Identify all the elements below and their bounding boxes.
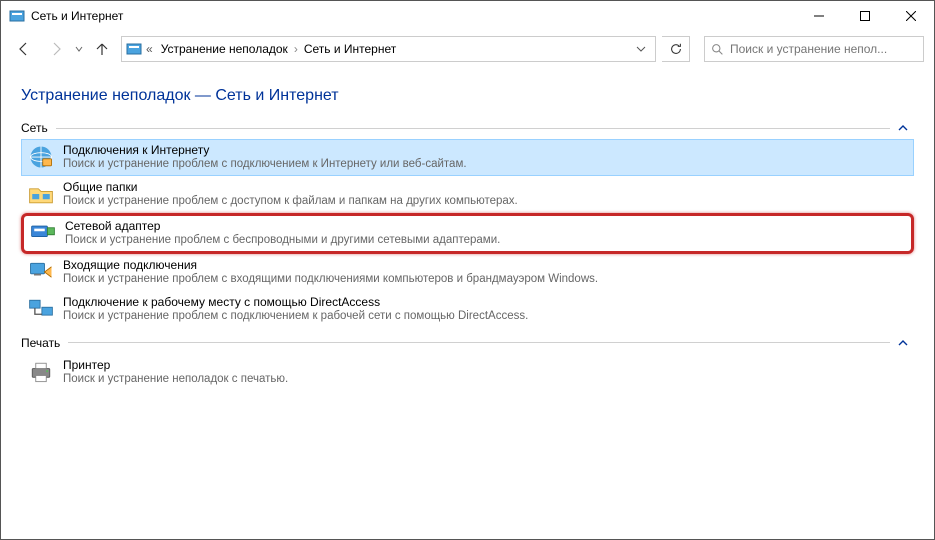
- directaccess-icon: [27, 295, 55, 323]
- item-desc: Поиск и устранение проблем с доступом к …: [63, 194, 518, 209]
- item-desc: Поиск и устранение проблем с подключение…: [63, 157, 467, 172]
- maximize-button[interactable]: [842, 1, 888, 31]
- divider: [56, 128, 890, 129]
- item-title: Подключения к Интернету: [63, 143, 467, 157]
- address-bar[interactable]: « Устранение неполадок › Сеть и Интернет: [121, 36, 656, 62]
- minimize-button[interactable]: [796, 1, 842, 31]
- item-title: Сетевой адаптер: [65, 219, 500, 233]
- close-button[interactable]: [888, 1, 934, 31]
- category-header-print[interactable]: Печать: [21, 334, 914, 352]
- refresh-button[interactable]: [662, 36, 690, 62]
- breadcrumb-prefix: «: [146, 42, 153, 56]
- address-bar-icon: [126, 41, 142, 57]
- titlebar: Сеть и Интернет: [1, 1, 934, 31]
- item-incoming-connections[interactable]: Входящие подключения Поиск и устранение …: [21, 254, 914, 291]
- item-title: Подключение к рабочему месту с помощью D…: [63, 295, 528, 309]
- breadcrumb-separator-icon: ›: [292, 42, 300, 56]
- search-input[interactable]: [730, 42, 917, 56]
- item-printer[interactable]: Принтер Поиск и устранение неполадок с п…: [21, 354, 914, 391]
- printer-icon: [27, 358, 55, 386]
- up-button[interactable]: [89, 36, 115, 62]
- item-title: Входящие подключения: [63, 258, 598, 272]
- item-desc: Поиск и устранение проблем с входящими п…: [63, 272, 598, 287]
- item-desc: Поиск и устранение неполадок с печатью.: [63, 372, 288, 387]
- content-area: Устранение неполадок — Сеть и Интернет С…: [1, 67, 934, 401]
- collapse-icon[interactable]: [898, 123, 914, 133]
- category-label: Сеть: [21, 121, 48, 135]
- navigation-bar: « Устранение неполадок › Сеть и Интернет: [1, 31, 934, 67]
- item-internet-connections[interactable]: Подключения к Интернету Поиск и устранен…: [21, 139, 914, 176]
- network-adapter-icon: [29, 219, 57, 247]
- forward-button[interactable]: [43, 36, 69, 62]
- incoming-connections-icon: [27, 258, 55, 286]
- item-title: Принтер: [63, 358, 288, 372]
- recent-locations-dropdown[interactable]: [75, 45, 83, 53]
- search-icon: [711, 43, 724, 56]
- window-icon: [9, 8, 25, 24]
- item-shared-folders[interactable]: Общие папки Поиск и устранение проблем с…: [21, 176, 914, 213]
- category-header-network[interactable]: Сеть: [21, 119, 914, 137]
- back-button[interactable]: [11, 36, 37, 62]
- shared-folders-icon: [27, 180, 55, 208]
- page-title: Устранение неполадок — Сеть и Интернет: [21, 87, 914, 105]
- category-label: Печать: [21, 336, 60, 350]
- collapse-icon[interactable]: [898, 338, 914, 348]
- item-desc: Поиск и устранение проблем с беспроводны…: [65, 233, 500, 248]
- window-title: Сеть и Интернет: [31, 9, 123, 23]
- item-desc: Поиск и устранение проблем с подключение…: [63, 309, 528, 324]
- breadcrumb-item[interactable]: Устранение неполадок: [157, 42, 292, 56]
- item-network-adapter[interactable]: Сетевой адаптер Поиск и устранение пробл…: [21, 213, 914, 254]
- search-box[interactable]: [704, 36, 924, 62]
- divider: [68, 342, 890, 343]
- breadcrumb-item[interactable]: Сеть и Интернет: [300, 42, 400, 56]
- internet-icon: [27, 143, 55, 171]
- item-title: Общие папки: [63, 180, 518, 194]
- item-directaccess[interactable]: Подключение к рабочему месту с помощью D…: [21, 291, 914, 328]
- address-dropdown-icon[interactable]: [631, 37, 651, 61]
- print-items: Принтер Поиск и устранение неполадок с п…: [21, 354, 914, 391]
- window-controls: [796, 1, 934, 31]
- network-items: Подключения к Интернету Поиск и устранен…: [21, 139, 914, 328]
